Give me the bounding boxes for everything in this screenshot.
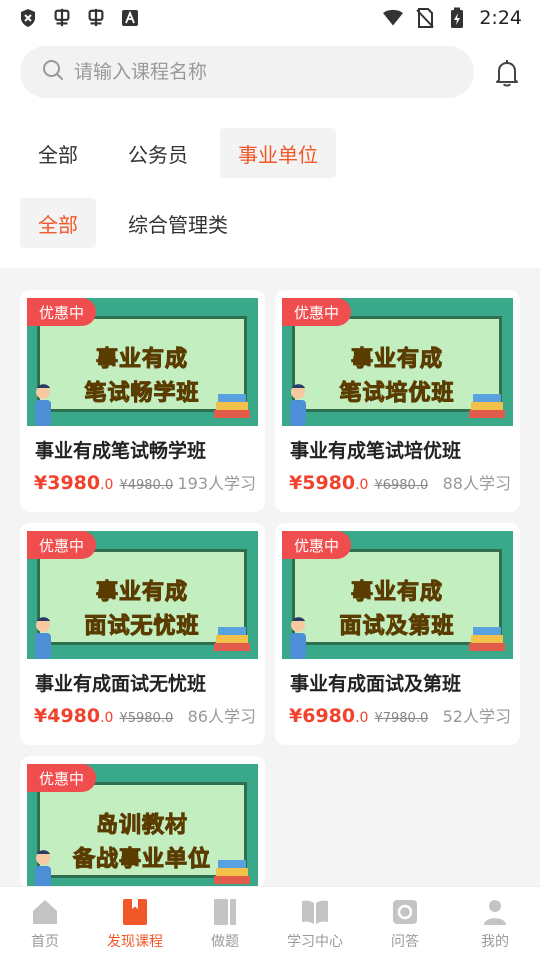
open-book-icon [302, 900, 328, 924]
subcategory-all[interactable]: 全部 [20, 198, 96, 248]
course-card[interactable]: 事业有成 笔试培优班 优惠中 事业有成笔试培优班 ¥5980.0 ¥6980.0… [275, 290, 520, 512]
subcategory-general-management[interactable]: 综合管理类 [110, 198, 246, 248]
poster-line1: 事业有成 [95, 580, 188, 606]
discount-badge: 优惠中 [282, 531, 352, 559]
search-icon [42, 59, 64, 85]
poster-line1: 岛训教材 [95, 813, 188, 839]
search-bar[interactable] [20, 46, 474, 98]
nav-study-center[interactable]: 学习中心 [270, 887, 360, 960]
course-card[interactable]: 岛训教材 备战事业单位 优惠中 [20, 756, 265, 888]
nav-home[interactable]: 首页 [0, 887, 90, 960]
poster-line1: 事业有成 [350, 580, 443, 606]
teacher-illustration [290, 384, 306, 426]
poster-line1: 事业有成 [350, 347, 443, 373]
app-icon [52, 8, 72, 28]
learner-count: 88人学习 [442, 474, 511, 493]
learner-count: 52人学习 [442, 707, 511, 726]
category-public-institution[interactable]: 事业单位 [220, 128, 336, 178]
original-price: ¥7980.0 [374, 711, 429, 726]
teacher-illustration [290, 617, 306, 659]
original-price: ¥5980.0 [119, 711, 174, 726]
course-card[interactable]: 事业有成 面试及第班 优惠中 事业有成面试及第班 ¥6980.0 ¥7980.0… [275, 523, 520, 745]
no-sim-icon [415, 8, 435, 28]
teacher-illustration [35, 617, 51, 659]
price-row: ¥4980.0 ¥5980.0 86人学习 [34, 703, 256, 727]
teacher-illustration [35, 384, 51, 426]
subcategory-tabs: 全部 综合管理类 [20, 198, 246, 248]
bottom-nav: 首页 发现课程 做题 学习中心 问答 我的 [0, 886, 540, 960]
current-price: ¥4980.0 [34, 705, 114, 727]
search-input[interactable] [74, 61, 454, 83]
original-price: ¥6980.0 [374, 478, 429, 493]
bookmark-book-icon [123, 898, 147, 925]
nav-practice[interactable]: 做题 [180, 887, 270, 960]
clock: 2:24 [479, 7, 522, 29]
status-bar: 2:24 [0, 0, 540, 36]
current-price: ¥6980.0 [289, 705, 369, 727]
category-civil-servant[interactable]: 公务员 [110, 128, 206, 178]
course-title: 事业有成面试无忧班 [35, 673, 207, 695]
discount-badge: 优惠中 [27, 531, 97, 559]
price-row: ¥5980.0 ¥6980.0 88人学习 [289, 470, 511, 494]
discount-badge: 优惠中 [27, 298, 97, 326]
category-all[interactable]: 全部 [20, 128, 96, 178]
battery-icon [447, 7, 467, 28]
course-title: 事业有成笔试培优班 [290, 440, 462, 462]
discount-badge: 优惠中 [282, 298, 352, 326]
current-price: ¥3980.0 [34, 472, 114, 494]
home-icon [33, 899, 57, 924]
price-row: ¥6980.0 ¥7980.0 52人学习 [289, 703, 511, 727]
profile-icon [484, 899, 506, 925]
qa-icon [393, 899, 417, 924]
books-illustration [214, 860, 250, 884]
books-illustration [214, 394, 250, 418]
learner-count: 193人学习 [177, 474, 256, 493]
books-illustration [469, 394, 505, 418]
app-icon [86, 8, 106, 28]
course-card[interactable]: 事业有成 笔试畅学班 优惠中 事业有成笔试畅学班 ¥3980.0 ¥4980.0… [20, 290, 265, 512]
nav-label: 做题 [211, 933, 239, 950]
original-price: ¥4980.0 [119, 478, 174, 493]
nav-label: 首页 [31, 933, 59, 950]
nav-qa[interactable]: 问答 [360, 887, 450, 960]
wifi-icon [383, 8, 404, 28]
teacher-illustration [35, 850, 51, 888]
nav-label: 学习中心 [287, 933, 343, 950]
poster-line1: 事业有成 [95, 347, 188, 373]
nav-profile[interactable]: 我的 [450, 887, 540, 960]
shield-icon [18, 8, 38, 28]
discount-badge: 优惠中 [27, 764, 97, 792]
nav-label: 我的 [481, 933, 509, 950]
course-card[interactable]: 事业有成 面试无忧班 优惠中 事业有成面试无忧班 ¥4980.0 ¥5980.0… [20, 523, 265, 745]
filter-header: 全部 公务员 事业单位 全部 综合管理类 [0, 36, 540, 268]
nav-label: 问答 [391, 933, 419, 950]
course-title: 事业有成笔试畅学班 [35, 440, 207, 462]
price-row: ¥3980.0 ¥4980.0 193人学习 [34, 470, 256, 494]
nav-label: 发现课程 [107, 933, 163, 950]
text-icon [120, 8, 140, 28]
category-tabs: 全部 公务员 事业单位 [20, 128, 336, 178]
books-illustration [214, 627, 250, 651]
practice-icon [214, 898, 236, 925]
books-illustration [469, 627, 505, 651]
nav-discover-courses[interactable]: 发现课程 [90, 887, 180, 960]
current-price: ¥5980.0 [289, 472, 369, 494]
course-title: 事业有成面试及第班 [290, 673, 462, 695]
bell-icon[interactable] [490, 56, 524, 90]
learner-count: 86人学习 [187, 707, 256, 726]
